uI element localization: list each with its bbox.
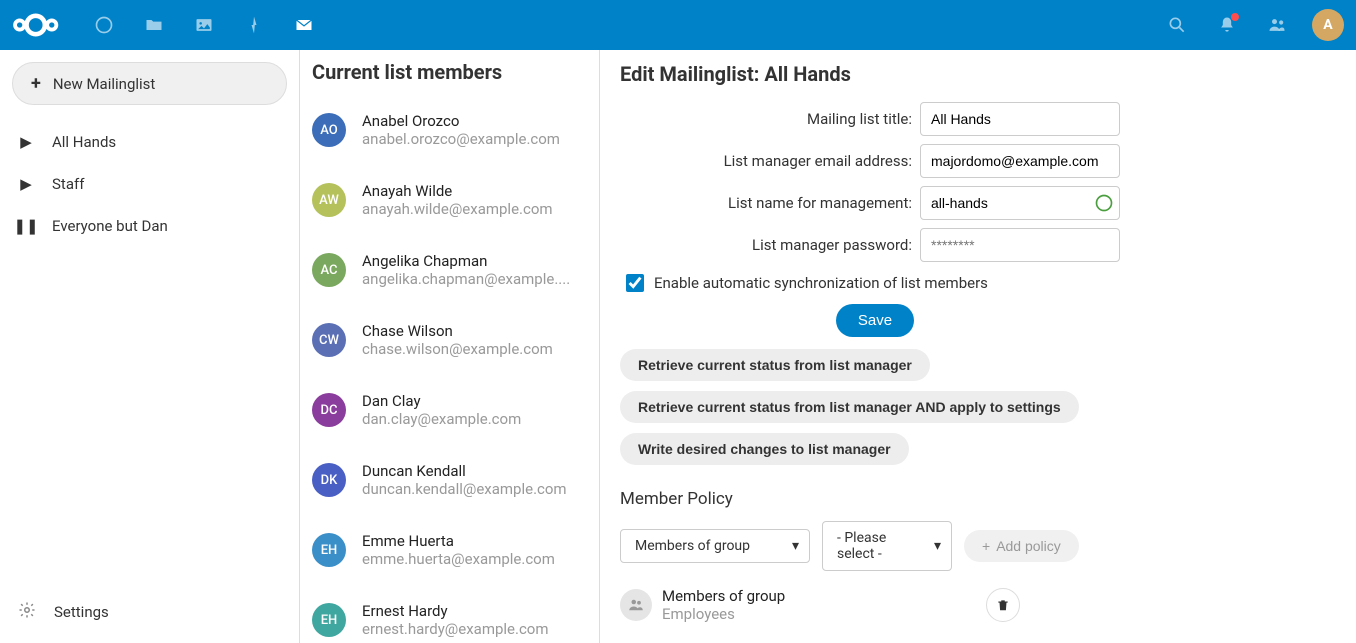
member-avatar: EH	[312, 603, 346, 637]
list-name-input[interactable]	[920, 186, 1120, 220]
sidebar: + New Mailinglist ▶ All Hands ▶ Staff ❚❚…	[0, 50, 300, 643]
settings-link[interactable]: Settings	[8, 589, 291, 635]
add-policy-label: Add policy	[996, 538, 1061, 554]
policy-kind: Members of group	[662, 587, 976, 605]
policy-value-select[interactable]: - Please select - ▾	[822, 521, 952, 571]
files-icon[interactable]	[129, 0, 179, 50]
member-name: Chase Wilson	[362, 322, 553, 340]
member-row[interactable]: CW Chase Wilsonchase.wilson@example.com	[308, 312, 591, 382]
member-name: Duncan Kendall	[362, 462, 567, 480]
plus-icon: +	[31, 73, 41, 94]
member-avatar: AC	[312, 253, 346, 287]
member-row[interactable]: EH Emme Huertaemme.huerta@example.com	[308, 522, 591, 592]
policy-value-placeholder: - Please select -	[837, 530, 886, 562]
manager-email-input[interactable]	[920, 144, 1120, 178]
settings-label: Settings	[54, 603, 109, 621]
play-icon: ▶	[18, 133, 34, 151]
member-avatar: DK	[312, 463, 346, 497]
policy-row: Members of group Employees	[620, 583, 1020, 627]
member-name: Emme Huerta	[362, 532, 555, 550]
group-icon	[620, 589, 652, 621]
member-email: chase.wilson@example.com	[362, 340, 553, 358]
sync-label: Enable automatic synchronization of list…	[654, 274, 988, 292]
member-email: anabel.orozco@example.com	[362, 130, 560, 148]
sync-checkbox[interactable]	[626, 274, 644, 292]
policy-type-value: Members of group	[635, 538, 750, 554]
member-row[interactable]: DC Dan Claydan.clay@example.com	[308, 382, 591, 452]
member-policy-heading: Member Policy	[620, 475, 1336, 521]
member-email: dan.clay@example.com	[362, 410, 521, 428]
sidebar-item-all-hands[interactable]: ▶ All Hands	[8, 121, 291, 163]
main-content: + New Mailinglist ▶ All Hands ▶ Staff ❚❚…	[0, 50, 1356, 643]
policy-value: Employees	[662, 605, 976, 623]
gear-icon	[18, 601, 36, 623]
caret-down-icon: ▾	[792, 538, 799, 554]
member-row[interactable]: AW Anayah Wildeanayah.wilde@example.com	[308, 172, 591, 242]
title-input[interactable]	[920, 102, 1120, 136]
members-column: Current list members AO Anabel Orozcoanab…	[300, 50, 600, 643]
write-button[interactable]: Write desired changes to list manager	[620, 433, 909, 465]
member-email: ernest.hardy@example.com	[362, 620, 549, 638]
member-avatar: AO	[312, 113, 346, 147]
notifications-icon[interactable]	[1202, 0, 1252, 50]
sidebar-item-label: Staff	[52, 175, 84, 193]
member-name: Anabel Orozco	[362, 112, 560, 130]
member-row[interactable]: DK Duncan Kendallduncan.kendall@example.c…	[308, 452, 591, 522]
sidebar-item-label: All Hands	[52, 133, 116, 151]
sidebar-item-everyone-but-dan[interactable]: ❚❚ Everyone but Dan	[8, 205, 291, 247]
member-name: Angelika Chapman	[362, 252, 570, 270]
add-policy-button[interactable]: + Add policy	[964, 530, 1079, 562]
member-email: duncan.kendall@example.com	[362, 480, 567, 498]
manager-email-label: List manager email address:	[620, 152, 920, 170]
retrieve-apply-button[interactable]: Retrieve current status from list manage…	[620, 391, 1079, 423]
contacts-icon[interactable]	[1252, 0, 1302, 50]
list-name-label: List name for management:	[620, 194, 920, 212]
member-avatar: DC	[312, 393, 346, 427]
new-mailinglist-button[interactable]: + New Mailinglist	[12, 62, 287, 105]
member-row[interactable]: EH Ernest Hardyernest.hardy@example.com	[308, 592, 591, 643]
member-avatar: AW	[312, 183, 346, 217]
member-avatar: EH	[312, 533, 346, 567]
save-button[interactable]: Save	[836, 304, 914, 337]
play-icon: ▶	[18, 175, 34, 193]
top-header: A	[0, 0, 1356, 50]
password-input[interactable]	[920, 228, 1120, 262]
header-left	[12, 0, 329, 50]
title-label: Mailing list title:	[620, 110, 920, 128]
member-email: angelika.chapman@example....	[362, 270, 570, 288]
retrieve-button[interactable]: Retrieve current status from list manage…	[620, 349, 930, 381]
member-avatar: CW	[312, 323, 346, 357]
keyring-icon	[1094, 193, 1114, 213]
member-name: Ernest Hardy	[362, 602, 549, 620]
caret-down-icon: ▾	[934, 538, 941, 554]
mail-icon[interactable]	[279, 0, 329, 50]
sidebar-item-label: Everyone but Dan	[52, 217, 168, 235]
edit-panel: Edit Mailinglist: All Hands Mailing list…	[600, 50, 1356, 643]
pause-icon: ❚❚	[18, 217, 34, 235]
dashboard-icon[interactable]	[79, 0, 129, 50]
sidebar-item-staff[interactable]: ▶ Staff	[8, 163, 291, 205]
members-title: Current list members	[308, 50, 591, 102]
user-avatar[interactable]: A	[1312, 9, 1344, 41]
member-name: Anayah Wilde	[362, 182, 553, 200]
search-icon[interactable]	[1152, 0, 1202, 50]
activity-icon[interactable]	[229, 0, 279, 50]
member-email: emme.huerta@example.com	[362, 550, 555, 568]
member-name: Dan Clay	[362, 392, 521, 410]
new-button-label: New Mailinglist	[53, 75, 156, 93]
header-right: A	[1152, 0, 1344, 50]
member-row[interactable]: AO Anabel Orozcoanabel.orozco@example.com	[308, 102, 591, 172]
nextcloud-logo[interactable]	[12, 12, 59, 38]
member-row[interactable]: AC Angelika Chapmanangelika.chapman@examp…	[308, 242, 591, 312]
member-email: anayah.wilde@example.com	[362, 200, 553, 218]
delete-policy-button[interactable]	[986, 588, 1020, 622]
password-label: List manager password:	[620, 236, 920, 254]
edit-title: Edit Mailinglist: All Hands	[620, 58, 1336, 102]
photos-icon[interactable]	[179, 0, 229, 50]
plus-icon: +	[982, 538, 990, 554]
policy-type-select[interactable]: Members of group ▾	[620, 529, 810, 563]
